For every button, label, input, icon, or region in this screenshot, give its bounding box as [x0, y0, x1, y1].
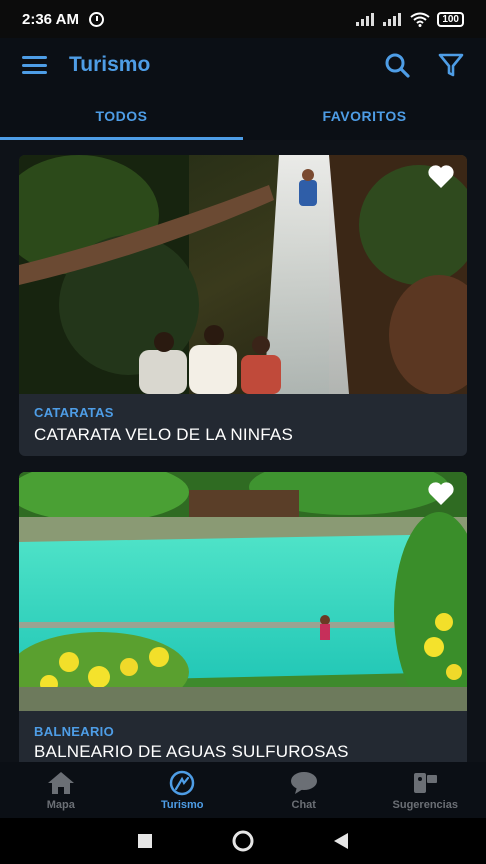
recents-button[interactable]	[137, 833, 153, 849]
nav-item-sugerencias[interactable]: Sugerencias	[365, 762, 486, 818]
filter-icon[interactable]	[438, 52, 464, 78]
suggestion-icon	[414, 772, 438, 793]
place-title: BALNEARIO DE AGUAS SULFUROSAS	[34, 742, 349, 761]
places-list[interactable]: CATARATAS CATARATA VELO DE LA NINFAS BAL…	[0, 140, 486, 762]
menu-icon[interactable]	[22, 56, 47, 74]
tourism-icon	[170, 770, 195, 795]
place-category: BALNEARIO	[34, 724, 114, 739]
page-title: Turismo	[69, 53, 151, 76]
nav-label: Sugerencias	[392, 798, 458, 811]
tab-bar: TODOS FAVORITOS	[0, 92, 486, 140]
place-image	[19, 155, 467, 394]
tab-todos[interactable]: TODOS	[0, 92, 243, 140]
favorite-heart-icon[interactable]	[427, 163, 455, 189]
place-image	[19, 472, 467, 711]
place-title: CATARATA VELO DE LA NINFAS	[34, 425, 294, 444]
home-icon	[47, 771, 74, 794]
status-icons: 100	[356, 11, 464, 27]
tab-label: FAVORITOS	[322, 108, 407, 124]
signal-icon	[383, 12, 403, 26]
favorite-heart-icon[interactable]	[427, 480, 455, 506]
home-button[interactable]	[231, 829, 255, 853]
bottom-nav: Mapa Turismo Chat Sugerencias	[0, 762, 486, 818]
tab-label: TODOS	[95, 108, 148, 124]
place-category: CATARATAS	[34, 405, 114, 420]
signal-icon	[356, 12, 376, 26]
nav-label: Mapa	[46, 798, 75, 811]
status-time: 2:36 AM	[22, 10, 79, 28]
nav-label: Turismo	[160, 798, 204, 811]
battery-icon: 100	[437, 11, 464, 27]
tab-favoritos[interactable]: FAVORITOS	[243, 92, 486, 140]
system-nav-bar	[0, 818, 486, 864]
place-card[interactable]: CATARATAS CATARATA VELO DE LA NINFAS	[19, 155, 467, 456]
wifi-icon	[410, 12, 430, 27]
alarm-icon	[88, 11, 104, 27]
nav-item-turismo[interactable]: Turismo	[122, 762, 244, 818]
app-bar-actions	[384, 52, 464, 78]
status-bar: 2:36 AM 100	[0, 0, 486, 38]
search-icon[interactable]	[384, 52, 410, 78]
app-bar: Turismo	[0, 38, 486, 92]
nav-item-mapa[interactable]: Mapa	[0, 762, 122, 818]
chat-icon	[290, 771, 317, 794]
nav-label: Chat	[291, 798, 316, 811]
back-button[interactable]	[333, 832, 349, 850]
nav-item-chat[interactable]: Chat	[243, 762, 365, 818]
place-card[interactable]: BALNEARIO BALNEARIO DE AGUAS SULFUROSAS	[19, 472, 467, 762]
